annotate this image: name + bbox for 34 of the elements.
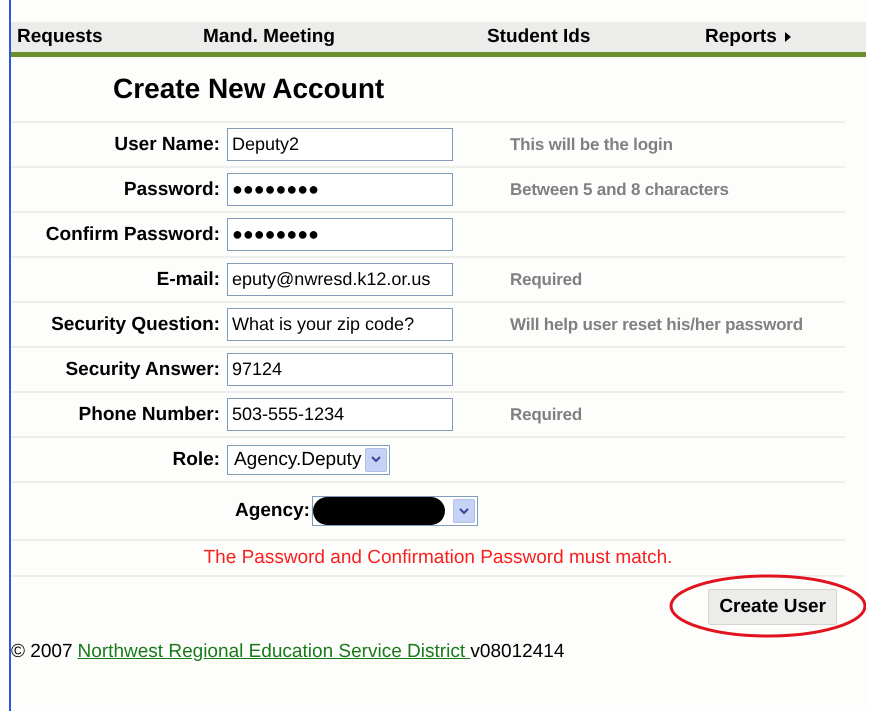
input-field[interactable]: 503-555-1234 [227, 398, 453, 431]
field-label: Phone Number: [78, 404, 221, 426]
agency-select[interactable] [312, 496, 478, 526]
nav-link[interactable]: Mand. Meeting [203, 26, 335, 48]
field-label: User Name: [113, 134, 221, 156]
role-select[interactable]: Agency.Deputy [227, 444, 390, 474]
input-field[interactable]: ●●●●●●●● [227, 218, 453, 251]
error-message: The Password and Confirmation Password must match. [204, 547, 672, 569]
district-link[interactable]: Northwest Regional Education Service District [78, 641, 470, 662]
field-label: Confirm Password: [44, 224, 221, 246]
version-text: v08012414 [470, 641, 564, 662]
field-hint: Between 5 and 8 characters [510, 180, 729, 200]
field-label: E-mail: [156, 268, 221, 290]
input-field[interactable]: ●●●●●●●● [227, 173, 453, 206]
input-field[interactable]: eputy@nwresd.k12.or.us [227, 263, 453, 296]
copyright-text: © 2007 [11, 641, 73, 662]
input-field[interactable]: Deputy2 [227, 128, 453, 161]
field-label: Password: [122, 178, 221, 200]
field-label: Security Question: [50, 314, 221, 336]
field-hint: Will help user reset his/her password [510, 314, 803, 334]
create-user-button[interactable]: Create User [708, 589, 837, 625]
field-hint: This will be the login [510, 134, 673, 154]
field-label: Security Answer: [64, 358, 221, 380]
nav-link[interactable]: Student Ids [487, 26, 590, 48]
submenu-arrow-icon [784, 31, 792, 43]
nav-link[interactable]: Requests [17, 26, 103, 48]
page-title: Create New Account [113, 72, 386, 106]
field-label: Agency: [235, 500, 310, 522]
field-label: Role: [172, 448, 221, 470]
field-hint: Required [510, 404, 582, 424]
input-field[interactable]: What is your zip code? [227, 308, 453, 341]
input-field[interactable]: 97124 [227, 353, 453, 386]
nav-link[interactable]: Reports [705, 26, 792, 48]
field-hint: Required [510, 270, 582, 290]
